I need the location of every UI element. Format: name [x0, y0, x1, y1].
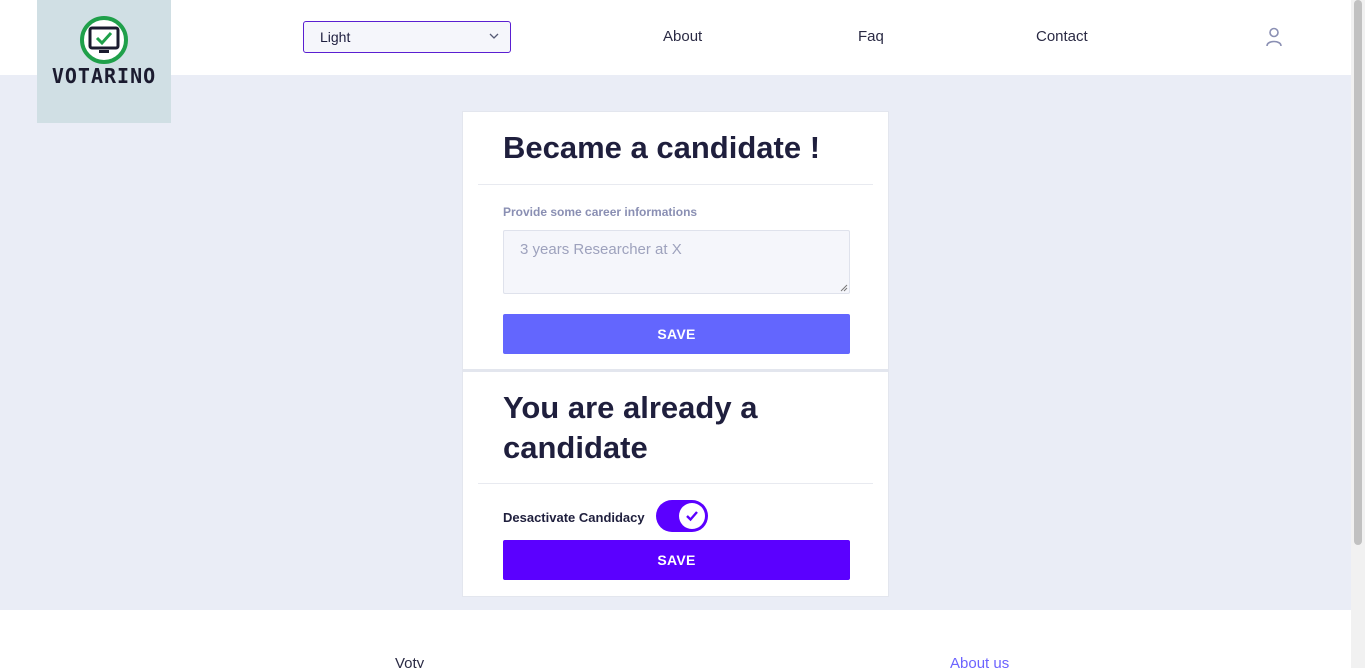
- career-field-label: Provide some career informations: [503, 205, 698, 219]
- resize-handle-icon[interactable]: [840, 284, 848, 292]
- footer-about-link[interactable]: About us: [950, 655, 1009, 668]
- nav-link-about[interactable]: About: [663, 28, 702, 45]
- user-icon[interactable]: [1264, 27, 1284, 47]
- nav-link-contact[interactable]: Contact: [1036, 28, 1088, 45]
- check-icon: [686, 511, 698, 522]
- become-candidate-title: Became a candidate !: [503, 130, 821, 165]
- monitor-check-icon: [80, 16, 128, 64]
- divider: [478, 483, 873, 484]
- theme-select-value: Light: [320, 29, 351, 45]
- theme-select[interactable]: Light: [303, 21, 511, 53]
- become-candidate-card: Became a candidate ! Provide some career…: [462, 111, 889, 370]
- votarino-logo[interactable]: VOTARINO: [37, 0, 171, 123]
- already-candidate-title: You are already a candidate: [503, 390, 758, 465]
- toggle-knob: [679, 503, 705, 529]
- chevron-down-icon: [489, 33, 499, 39]
- deactivate-candidacy-toggle[interactable]: [656, 500, 708, 532]
- logo-text: VOTARINO: [51, 64, 157, 88]
- career-info-textarea[interactable]: [503, 230, 850, 294]
- candidacy-status-card: You are already a candidate Desactivate …: [462, 370, 889, 597]
- divider: [478, 184, 873, 185]
- save-candidacy-button[interactable]: SAVE: [503, 540, 850, 580]
- page-scrollbar[interactable]: [1351, 0, 1365, 668]
- save-career-button[interactable]: SAVE: [503, 314, 850, 354]
- nav-link-faq[interactable]: Faq: [858, 28, 884, 45]
- footer: Voty About us: [0, 610, 1351, 668]
- top-navbar: VOTARINO Light About Faq Contact: [0, 0, 1351, 123]
- deactivate-candidacy-label: Desactivate Candidacy: [503, 510, 645, 525]
- scrollbar-thumb[interactable]: [1354, 0, 1362, 545]
- footer-brand: Voty: [395, 655, 425, 668]
